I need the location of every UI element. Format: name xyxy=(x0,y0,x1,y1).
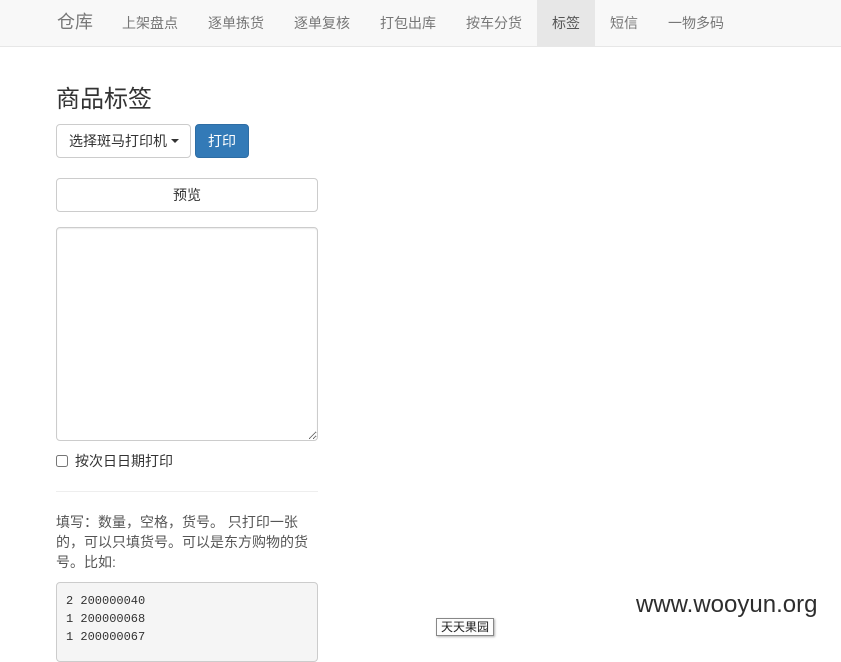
section-divider xyxy=(56,491,318,492)
printer-select-label: 选择斑马打印机 xyxy=(69,133,167,149)
nav-item-multi-code[interactable]: 一物多码 xyxy=(653,0,739,46)
example-line: 1 200000068 xyxy=(66,612,146,626)
example-line: 2 200000040 xyxy=(66,594,146,608)
watermark-text: www.wooyun.org xyxy=(636,591,818,618)
printer-select-dropdown[interactable]: 选择斑马打印机 xyxy=(56,124,191,158)
nav-item-order-picking[interactable]: 逐单拣货 xyxy=(193,0,279,46)
nav-item-vehicle-sorting[interactable]: 按车分货 xyxy=(451,0,537,46)
preview-button[interactable]: 预览 xyxy=(56,178,318,212)
main-nav: 上架盘点 逐单拣货 逐单复核 打包出库 按车分货 标签 短信 一物多码 xyxy=(107,0,739,46)
nav-item-order-review[interactable]: 逐单复核 xyxy=(279,0,365,46)
nav-item-sms[interactable]: 短信 xyxy=(595,0,653,46)
print-button[interactable]: 打印 xyxy=(195,124,249,158)
label-input-textarea[interactable] xyxy=(56,227,318,441)
help-text: 填写：数量，空格，货号。 只打印一张的，可以只填货号。可以是东方购物的货号。比如… xyxy=(56,514,308,570)
caret-down-icon xyxy=(171,139,179,144)
nav-item-pack-dispatch[interactable]: 打包出库 xyxy=(365,0,451,46)
page-title: 商品标签 xyxy=(56,86,152,113)
next-day-checkbox[interactable] xyxy=(56,455,68,467)
source-tooltip: 天天果园 xyxy=(436,618,495,636)
brand-link[interactable]: 仓库 xyxy=(57,11,93,33)
next-day-checkbox-label: 按次日日期打印 xyxy=(75,453,173,469)
example-code-block: 2 200000040 1 200000068 1 200000067 xyxy=(56,582,318,662)
top-navbar: 仓库 上架盘点 逐单拣货 逐单复核 打包出库 按车分货 标签 短信 一物多码 xyxy=(0,0,841,47)
next-day-date-option[interactable]: 按次日日期打印 xyxy=(56,451,173,471)
nav-item-shelving-inventory[interactable]: 上架盘点 xyxy=(107,0,193,46)
example-line: 1 200000067 xyxy=(66,630,146,644)
nav-item-labels[interactable]: 标签 xyxy=(537,0,595,46)
